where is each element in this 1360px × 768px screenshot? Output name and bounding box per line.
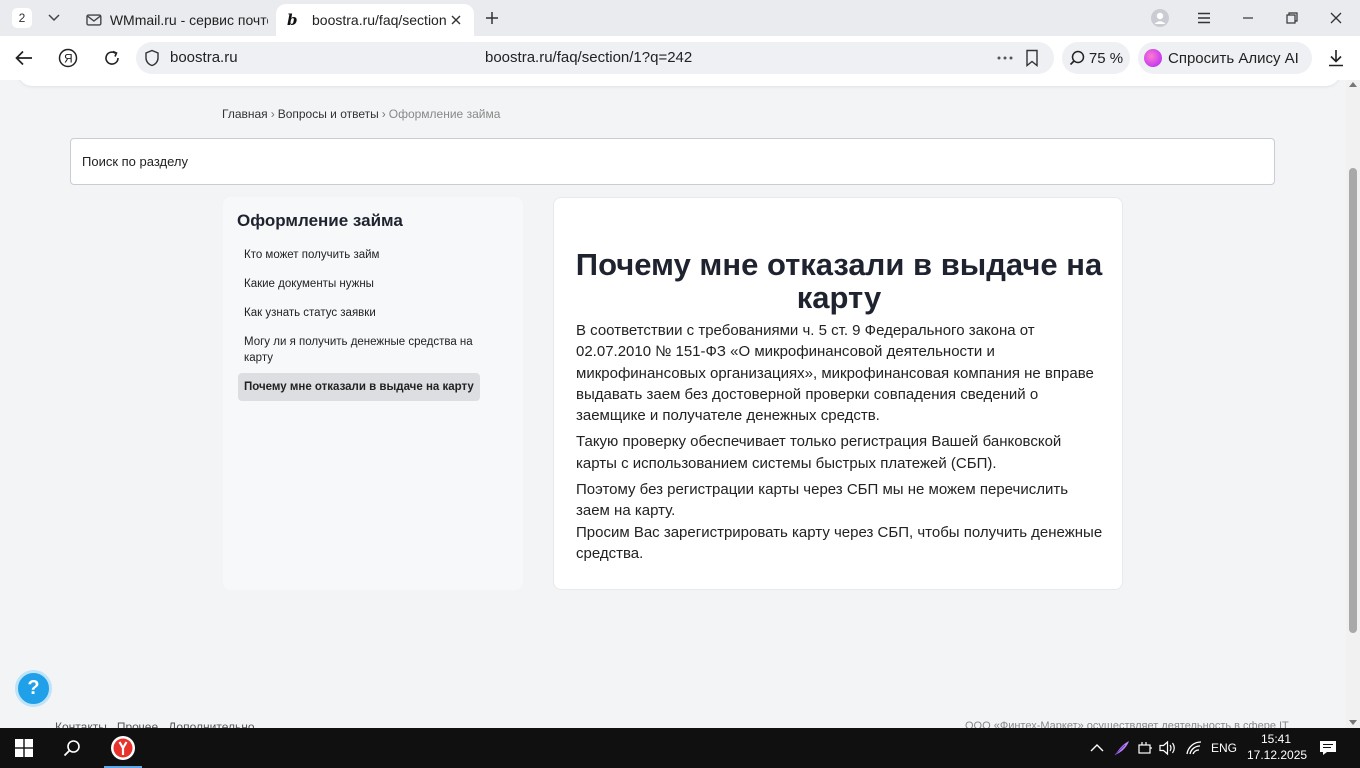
help-question-button[interactable]: ? [15,670,52,707]
tab-list-chevron-icon[interactable] [44,8,64,28]
sidebar-question-list: Кто может получить займ Какие документы … [238,241,498,402]
zoom-level: 75 % [1088,49,1124,67]
breadcrumb-faq-link[interactable]: Вопросы и ответы [278,107,379,121]
menu-hamburger-icon[interactable] [1192,6,1216,30]
svg-text:b: b [287,12,298,28]
url-host-text: boostra.ru [170,49,238,66]
minimize-icon[interactable] [1236,6,1260,30]
back-arrow-icon[interactable] [12,46,36,70]
article-paragraph: Такую проверку обеспечивает только регис… [576,433,1062,472]
shield-icon[interactable] [144,49,160,67]
language-indicator[interactable]: ENG [1211,741,1237,755]
boostra-favicon-icon: b [287,12,298,28]
search-icon[interactable] [52,728,92,768]
sidebar-item-documents[interactable]: Какие документы нужны [238,270,498,298]
clock-date[interactable]: 17.12.2025 [1247,748,1307,762]
scrollbar-thumb[interactable] [1349,168,1357,633]
envelope-icon [86,14,102,26]
download-icon[interactable] [1324,46,1348,70]
alice-label: Спросить Алису AI [1168,49,1299,67]
page-scrollbar[interactable] [1346,80,1360,728]
url-text: boostra.ru/faq/section/1?q=242 [485,49,693,66]
tab-title: boostra.ru/faq/section/ [312,12,446,28]
windows-start-icon[interactable] [4,728,44,768]
sidebar-item-card-refusal[interactable]: Почему мне отказали в выдаче на карту [238,373,480,401]
breadcrumb-separator: › [270,107,275,121]
tab-count-badge[interactable]: 2 [12,8,32,28]
svg-text:Я: Я [64,52,73,66]
article-body: В соответствии с требованиями ч. 5 ст. 9… [576,320,1106,569]
article-paragraph: Просим Вас зарегистрировать карту через … [576,523,1103,562]
restore-window-icon[interactable] [1280,6,1304,30]
more-dots-icon[interactable] [996,49,1014,67]
url-field[interactable]: boostra.ru boostra.ru/faq/section/1?q=24… [136,42,1054,74]
breadcrumb: Главная › Вопросы и ответы › Оформление займ… [222,107,500,121]
footer-link-additional[interactable]: Дополнительно [168,720,254,728]
tab-wmmail[interactable]: WMmail.ru - сервис почтов [78,4,268,36]
bookmark-icon[interactable] [1024,49,1040,67]
sidebar-item-who-can-get-loan[interactable]: Кто может получить займ [238,241,498,269]
alice-icon [1144,49,1162,67]
site-header-edge [18,80,1340,86]
zoom-search-icon [1069,50,1085,66]
footer-links: Контакты Прочее Дополнительно [55,720,255,728]
section-search-input[interactable] [70,138,1275,185]
article-title: Почему мне отказали в выдаче на карту [575,247,1103,315]
page-viewport: Главная › Вопросы и ответы › Оформление займ… [0,80,1346,728]
tab-boostra[interactable]: b boostra.ru/faq/section/ [276,4,474,36]
clock-time[interactable]: 15:41 [1256,732,1296,746]
faq-answer-card: Почему мне отказали в выдаче на карту В … [553,197,1123,590]
breadcrumb-current: Оформление займа [388,107,501,121]
footer-link-contacts[interactable]: Контакты [55,720,107,728]
breadcrumb-home-link[interactable]: Главная [222,107,268,121]
browser-address-bar: Я boostra.ru boostra.ru/faq/section/1?q=… [0,36,1360,80]
browser-tab-bar: 2 WMmail.ru - сервис почтов b boostra.ru… [0,0,1360,36]
new-tab-plus-icon[interactable] [482,8,502,28]
reload-icon[interactable] [100,46,124,70]
footer-link-other[interactable]: Прочее [117,720,158,728]
yandex-logo-icon[interactable]: Я [56,46,80,70]
zoom-button[interactable]: 75 % [1062,42,1130,74]
profile-avatar-icon[interactable] [1148,6,1172,30]
windows-taskbar: ENG 15:41 17.12.2025 [0,728,1360,768]
article-paragraph: В соответствии с требованиями ч. 5 ст. 9… [576,322,1094,425]
notifications-icon[interactable] [1308,728,1348,768]
scroll-down-arrow-icon[interactable] [1349,720,1357,725]
yandex-browser-taskbar-icon[interactable] [103,728,143,768]
sidebar-item-application-status[interactable]: Как узнать статус заявки [238,299,498,327]
ask-alice-button[interactable]: Спросить Алису AI [1138,42,1312,74]
tab-title: WMmail.ru - сервис почтов [109,12,268,28]
wifi-icon[interactable] [1174,728,1214,768]
breadcrumb-separator: › [381,107,386,121]
sidebar-item-funds-to-card[interactable]: Могу ли я получить денежные средства на … [238,328,498,372]
faq-sidebar: Оформление займа Кто может получить займ… [223,197,523,590]
article-paragraph: Поэтому без регистрации карты через СБП … [576,481,1069,520]
scroll-up-arrow-icon[interactable] [1349,82,1357,87]
close-tab-icon[interactable] [448,12,464,28]
close-window-icon[interactable] [1324,6,1348,30]
sidebar-title: Оформление займа [237,211,403,230]
footer-company-note: ООО «Финтех-Маркет» осуществляет деятель… [965,720,1289,728]
